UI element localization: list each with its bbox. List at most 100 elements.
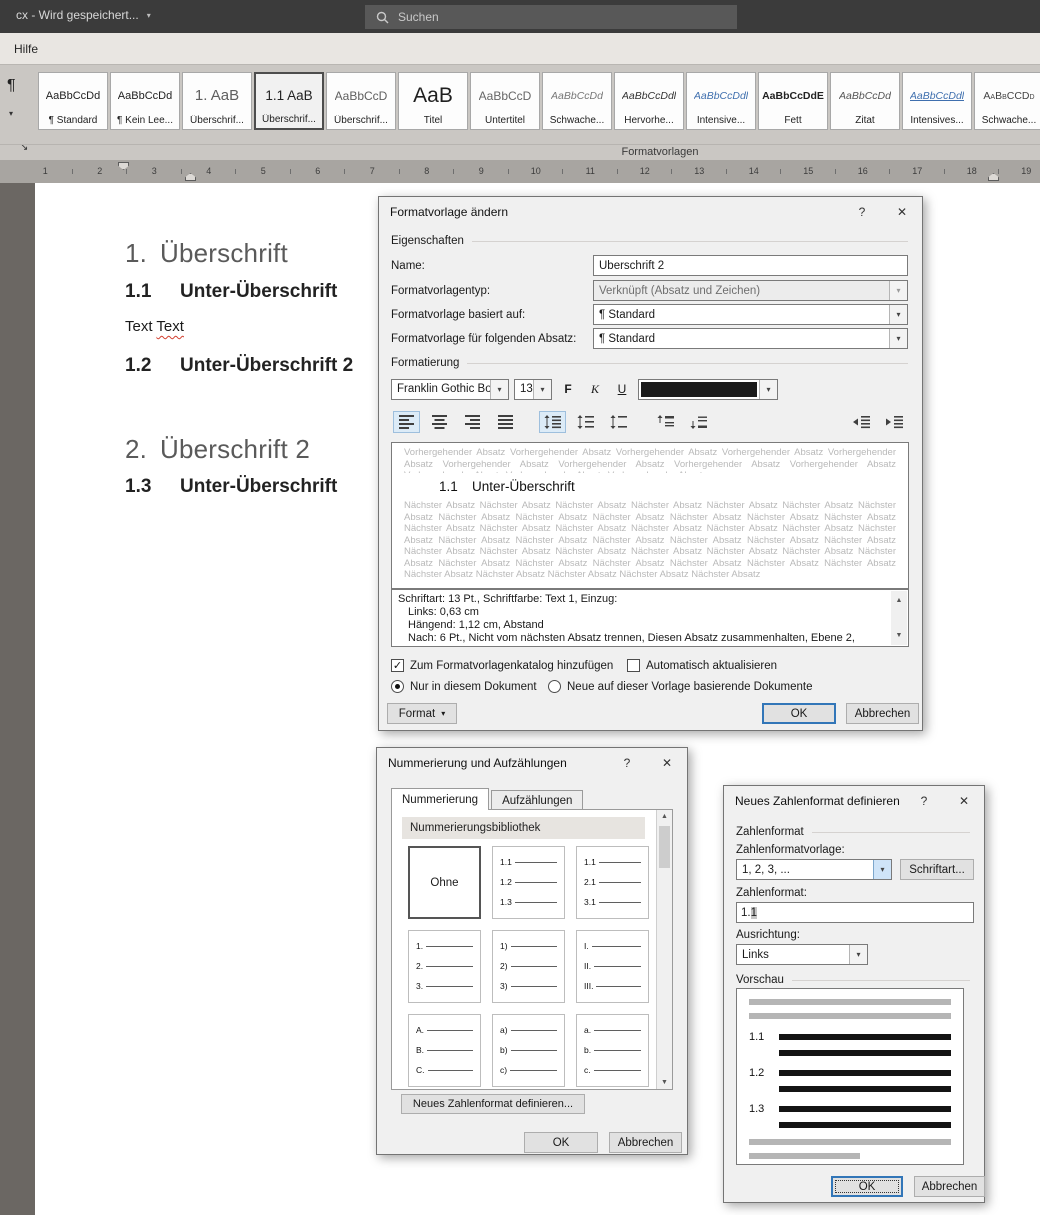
style-card[interactable]: AaBbCcDdE Fett: [758, 72, 828, 130]
bold-button[interactable]: F: [557, 379, 579, 399]
style-card[interactable]: AaBbCcDd Schwache...: [542, 72, 612, 130]
following-paragraph-dropdown[interactable]: ¶ Standard ▾: [593, 328, 908, 349]
chevron-down-icon[interactable]: ▾: [873, 860, 891, 879]
document-title[interactable]: cx - Wird gespeichert... ▾: [16, 8, 151, 22]
justify-button[interactable]: [492, 411, 519, 433]
library-scrollbar[interactable]: ▲ ▼: [656, 810, 672, 1089]
style-card[interactable]: 1.1 AaB Überschrif...: [254, 72, 324, 130]
italic-button[interactable]: K: [584, 379, 606, 399]
ok-button[interactable]: OK: [762, 703, 836, 724]
style-card[interactable]: AaBbCcD Untertitel: [470, 72, 540, 130]
heading-1[interactable]: 1. Überschrift: [125, 238, 288, 269]
number-format-field[interactable]: 1. 1: [736, 902, 974, 923]
style-card[interactable]: AaBbCCDd Schwache...: [974, 72, 1040, 130]
scroll-up-icon[interactable]: ▲: [657, 813, 672, 820]
search-input[interactable]: Suchen: [365, 5, 737, 29]
align-right-button[interactable]: [459, 411, 486, 433]
numbering-option-legal[interactable]: 1.1 1.2 1.3: [492, 846, 565, 919]
cancel-button[interactable]: Abbrechen: [914, 1176, 985, 1197]
scroll-down-icon[interactable]: ▼: [896, 629, 903, 642]
help-button[interactable]: ?: [904, 786, 944, 816]
style-card[interactable]: AaBbCcDdl Intensives...: [902, 72, 972, 130]
style-card[interactable]: 1. AaB Überschrif...: [182, 72, 252, 130]
numbering-option-upper-alpha[interactable]: A. B. C.: [408, 1014, 481, 1087]
define-new-number-format-button[interactable]: Neues Zahlenformat definieren...: [401, 1094, 585, 1114]
chevron-down-icon[interactable]: ▾: [889, 305, 907, 324]
font-color-dropdown[interactable]: ▾: [638, 378, 778, 400]
style-card[interactable]: AaBbCcD Überschrif...: [326, 72, 396, 130]
style-label: Untertitel: [484, 115, 525, 126]
align-left-button[interactable]: [393, 411, 420, 433]
name-field[interactable]: Überschrift 2: [593, 255, 908, 276]
format-menu-button[interactable]: Format ▾: [387, 703, 457, 724]
ok-button[interactable]: OK: [524, 1132, 598, 1153]
double-spacing-button[interactable]: [605, 411, 632, 433]
radio-row: Nur in diesem Dokument Neue auf dieser V…: [391, 680, 908, 693]
heading-2[interactable]: 1.2 Unter-Überschrift 2: [125, 355, 353, 377]
new-documents-radio[interactable]: Neue auf dieser Vorlage basierende Dokum…: [548, 680, 813, 693]
tab-hilfe[interactable]: Hilfe: [8, 38, 44, 60]
numbering-option-roman[interactable]: I. II. III.: [576, 930, 649, 1003]
style-preview-box: Vorhergehender Absatz Vorhergehender Abs…: [391, 442, 909, 589]
based-on-dropdown[interactable]: ¶ Standard ▾: [593, 304, 908, 325]
heading-2[interactable]: 1.1 Unter-Überschrift: [125, 281, 337, 303]
define-number-format-dialog: Neues Zahlenformat definieren ? ✕ Zahlen…: [723, 785, 985, 1203]
number-style-dropdown[interactable]: 1, 2, 3, ... ▾: [736, 859, 892, 880]
scroll-down-icon[interactable]: ▼: [657, 1079, 672, 1086]
one-point-five-spacing-button[interactable]: [572, 411, 599, 433]
chevron-down-icon[interactable]: ▾: [533, 379, 551, 399]
style-card[interactable]: AaBbCcDdl Hervorhe...: [614, 72, 684, 130]
add-to-gallery-checkbox[interactable]: ✓ Zum Formatvorlagenkatalog hinzufügen: [391, 659, 627, 672]
alignment-dropdown[interactable]: Links ▾: [736, 944, 868, 965]
tab-aufzaehlungen[interactable]: Aufzählungen: [491, 790, 584, 810]
numbering-option-lower-alpha-dot[interactable]: a. b. c.: [576, 1014, 649, 1087]
tab-nummerierung[interactable]: Nummerierung: [391, 788, 490, 810]
dialog-titlebar[interactable]: Formatvorlage ändern: [379, 197, 922, 227]
cancel-button[interactable]: Abbrechen: [846, 703, 919, 724]
scroll-up-icon[interactable]: ▲: [896, 594, 903, 607]
heading-2[interactable]: 1.3 Unter-Überschrift: [125, 476, 337, 498]
font-size-dropdown[interactable]: 13 ▾: [514, 378, 552, 400]
numbering-option-decimal-paren[interactable]: 1) 2) 3): [492, 930, 565, 1003]
cancel-button[interactable]: Abbrechen: [609, 1132, 682, 1153]
chevron-down-icon[interactable]: ▾: [889, 329, 907, 348]
ok-button[interactable]: OK: [831, 1176, 903, 1197]
style-card[interactable]: AaBbCcDd Zitat: [830, 72, 900, 130]
increase-indent-button[interactable]: [881, 411, 908, 433]
style-card[interactable]: AaBbCcDd ¶ Standard: [38, 72, 108, 130]
only-this-document-radio[interactable]: Nur in diesem Dokument: [391, 680, 548, 693]
font-button[interactable]: Schriftart...: [900, 859, 974, 880]
pilcrow-button[interactable]: ¶: [7, 77, 16, 95]
font-name-dropdown[interactable]: Franklin Gothic Bo ▾: [391, 378, 509, 400]
style-card[interactable]: AaBbCcDdl Intensive...: [686, 72, 756, 130]
decrease-indent-button[interactable]: [848, 411, 875, 433]
chevron-down-icon[interactable]: ▾: [759, 379, 777, 399]
numbering-option-lower-alpha-paren[interactable]: a) b) c): [492, 1014, 565, 1087]
sample-line: [510, 1029, 557, 1031]
increase-space-after-button[interactable]: [685, 411, 712, 433]
numbering-option-none[interactable]: Ohne: [408, 846, 481, 919]
chevron-down-icon[interactable]: ▾: [9, 109, 13, 118]
single-spacing-button[interactable]: [539, 411, 566, 433]
numbering-option-decimal-dot[interactable]: 1. 2. 3.: [408, 930, 481, 1003]
number-style-value: 1, 2, 3, ...: [742, 863, 790, 876]
heading-1[interactable]: 2. Überschrift 2: [125, 434, 310, 465]
scrollbar-thumb[interactable]: [659, 826, 670, 868]
style-card[interactable]: AaB Titel: [398, 72, 468, 130]
help-button[interactable]: ?: [842, 197, 882, 227]
close-icon[interactable]: ✕: [944, 786, 984, 816]
body-text[interactable]: Text Text: [125, 318, 184, 335]
help-button[interactable]: ?: [607, 748, 647, 778]
description-scrollbar[interactable]: ▲ ▼: [891, 591, 907, 645]
chevron-down-icon[interactable]: ▾: [490, 379, 508, 399]
chevron-down-icon[interactable]: ▾: [849, 945, 867, 964]
underline-button[interactable]: U: [611, 379, 633, 399]
auto-update-checkbox[interactable]: Automatisch aktualisieren: [627, 659, 777, 672]
increase-space-before-button[interactable]: [652, 411, 679, 433]
style-card[interactable]: AaBbCcDd ¶ Kein Lee...: [110, 72, 180, 130]
close-icon[interactable]: ✕: [882, 197, 922, 227]
numbering-option-multilevel[interactable]: 1.1 2.1 3.1: [576, 846, 649, 919]
align-center-button[interactable]: [426, 411, 453, 433]
text-bar: [779, 1050, 951, 1056]
close-icon[interactable]: ✕: [647, 748, 687, 778]
